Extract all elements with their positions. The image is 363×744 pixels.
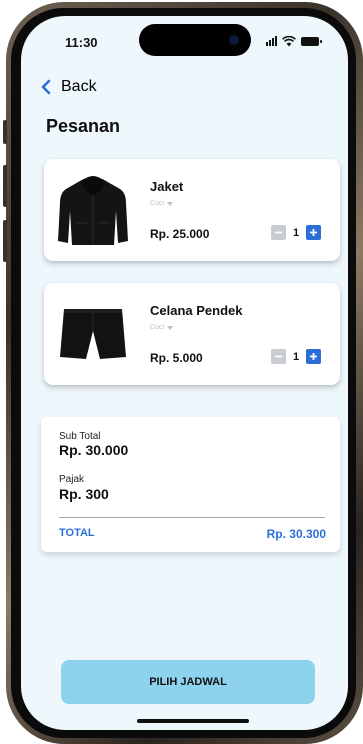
total-label: TOTAL — [59, 527, 95, 539]
camera-dot — [229, 35, 239, 45]
battery-icon — [301, 36, 322, 46]
cart-item-card: Celana Pendek Cuci Rp. 5.000 1 — [44, 283, 340, 385]
action-button — [3, 120, 7, 144]
quantity-stepper: 1 — [271, 349, 321, 364]
item-category-dropdown[interactable]: Cuci — [150, 324, 174, 331]
subtotal-label: Sub Total — [59, 431, 101, 442]
minus-icon — [275, 355, 282, 358]
tax-value: Rp. 300 — [59, 486, 109, 502]
back-label: Back — [61, 78, 97, 95]
dynamic-island — [139, 24, 251, 56]
cart-item-card: Jaket Cuci Rp. 25.000 1 — [44, 159, 340, 261]
status-time: 11:30 — [65, 35, 98, 50]
status-icons — [266, 35, 322, 47]
choose-schedule-button[interactable]: PILIH JADWAL — [61, 660, 315, 704]
jacket-image — [58, 176, 128, 245]
order-summary: Sub Total Rp. 30.000 Pajak Rp. 300 TOTAL… — [41, 417, 340, 552]
item-name: Celana Pendek — [150, 303, 243, 318]
volume-down-button — [3, 220, 7, 262]
page-title: Pesanan — [46, 116, 121, 136]
tax-label: Pajak — [59, 474, 85, 485]
item-category-label: Cuci — [150, 200, 165, 207]
quantity-stepper: 1 — [271, 225, 321, 240]
chevron-left-icon — [41, 79, 51, 95]
wifi-icon — [282, 35, 296, 46]
plus-icon — [310, 353, 317, 360]
subtotal-value: Rp. 30.000 — [59, 442, 129, 458]
app-screen: 11:30 Back Pesanan Jaket Cuci Rp. 25.000… — [21, 16, 348, 730]
total-value: Rp. 30.300 — [266, 527, 326, 541]
summary-divider — [59, 517, 325, 518]
decrease-quantity-button[interactable] — [271, 225, 286, 240]
item-price: Rp. 25.000 — [150, 227, 210, 241]
back-button[interactable]: Back — [41, 78, 97, 96]
item-name: Jaket — [150, 179, 184, 194]
decrease-quantity-button[interactable] — [271, 349, 286, 364]
item-price: Rp. 5.000 — [150, 351, 203, 365]
shorts-image — [60, 309, 126, 359]
caret-down-icon — [167, 201, 174, 206]
plus-icon — [310, 229, 317, 236]
item-category-dropdown[interactable]: Cuci — [150, 200, 174, 207]
quantity-value: 1 — [292, 226, 300, 239]
minus-icon — [275, 231, 282, 234]
quantity-value: 1 — [292, 350, 300, 363]
volume-up-button — [3, 165, 7, 207]
caret-down-icon — [167, 325, 174, 330]
signal-icon — [266, 36, 277, 46]
item-category-label: Cuci — [150, 324, 165, 331]
increase-quantity-button[interactable] — [306, 225, 321, 240]
increase-quantity-button[interactable] — [306, 349, 321, 364]
home-indicator — [137, 719, 249, 723]
